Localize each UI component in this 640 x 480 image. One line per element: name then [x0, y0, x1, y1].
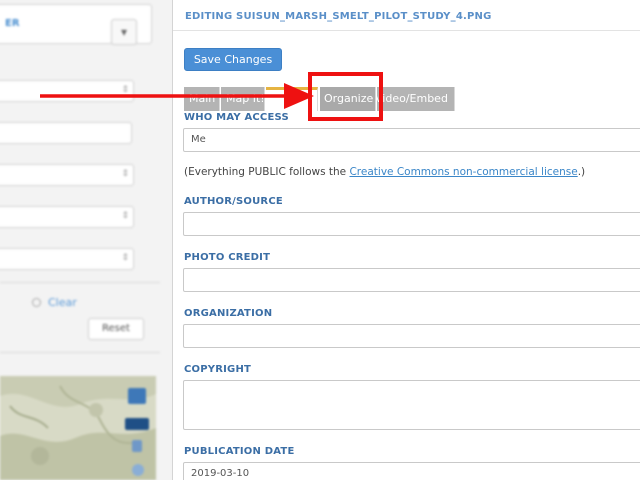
select-caret-icon: ⇕ — [121, 253, 129, 263]
sidebar-divider — [0, 352, 160, 353]
author-source-label: AUTHOR/SOURCE — [184, 196, 283, 207]
sidebar-header-text: ER — [5, 18, 20, 29]
save-changes-button[interactable]: Save Changes — [184, 48, 282, 71]
tab-video-embed[interactable]: Video/Embed — [377, 87, 455, 111]
license-notice-suffix: .) — [577, 166, 586, 178]
editor-title: EDITING SUISUN_MARSH_SMELT_PILOT_STUDY_4… — [185, 11, 492, 22]
layer-icon[interactable] — [125, 418, 149, 430]
sidebar-input-1[interactable] — [0, 122, 132, 144]
editor-panel: EDITING SUISUN_MARSH_SMELT_PILOT_STUDY_4… — [172, 0, 640, 480]
license-notice: (Everything PUBLIC follows the Creative … — [184, 166, 585, 178]
select-caret-icon: ⇕ — [121, 85, 129, 95]
author-source-input[interactable] — [183, 212, 640, 236]
sidebar-select-1[interactable]: ⇕ — [0, 80, 134, 102]
copyright-textarea[interactable] — [183, 380, 640, 430]
tab-main[interactable]: Main — [184, 87, 220, 111]
edit-icon[interactable] — [128, 388, 146, 404]
photo-credit-input[interactable] — [183, 268, 640, 292]
chevron-down-icon[interactable]: ▾ — [111, 19, 137, 45]
tab-map-it[interactable]: Map It! — [221, 87, 265, 111]
publication-date-label: PUBLICATION DATE — [184, 446, 295, 457]
copyright-label: COPYRIGHT — [184, 364, 252, 375]
who-may-access-label: WHO MAY ACCESS — [184, 112, 289, 123]
clear-icon[interactable] — [32, 298, 41, 307]
license-notice-prefix: (Everything PUBLIC follows the — [184, 166, 350, 178]
left-sidebar: ER ▾ ⇕ ⇕ ⇕ ⇕ Clear Reset — [0, 0, 172, 480]
sidebar-select-3[interactable]: ⇕ — [0, 206, 134, 228]
publication-date-input[interactable]: 2019-03-10 — [183, 462, 640, 480]
left-sidebar-content: ER ▾ ⇕ ⇕ ⇕ ⇕ Clear Reset — [0, 0, 172, 480]
clear-link[interactable]: Clear — [48, 296, 77, 309]
sidebar-divider — [0, 282, 160, 283]
select-caret-icon: ⇕ — [121, 169, 129, 179]
reset-button[interactable]: Reset — [88, 318, 144, 340]
tab-organize[interactable]: Organize — [320, 87, 376, 111]
organization-label: ORGANIZATION — [184, 308, 273, 319]
select-caret-icon: ⇕ — [121, 211, 129, 221]
zoom-icon[interactable] — [132, 464, 144, 476]
sidebar-select-4[interactable]: ⇕ — [0, 248, 134, 270]
organization-input[interactable] — [183, 324, 640, 348]
tab-active-obscured[interactable] — [266, 87, 318, 111]
pointer-icon[interactable] — [132, 440, 142, 452]
map-toolbar — [124, 384, 149, 480]
title-divider — [173, 30, 640, 31]
creative-commons-link[interactable]: Creative Commons non-commercial license — [349, 166, 577, 178]
who-may-access-select[interactable]: Me — [183, 128, 640, 152]
photo-credit-label: PHOTO CREDIT — [184, 252, 271, 263]
sidebar-header: ER ▾ — [0, 4, 152, 45]
sidebar-select-2[interactable]: ⇕ — [0, 164, 134, 186]
